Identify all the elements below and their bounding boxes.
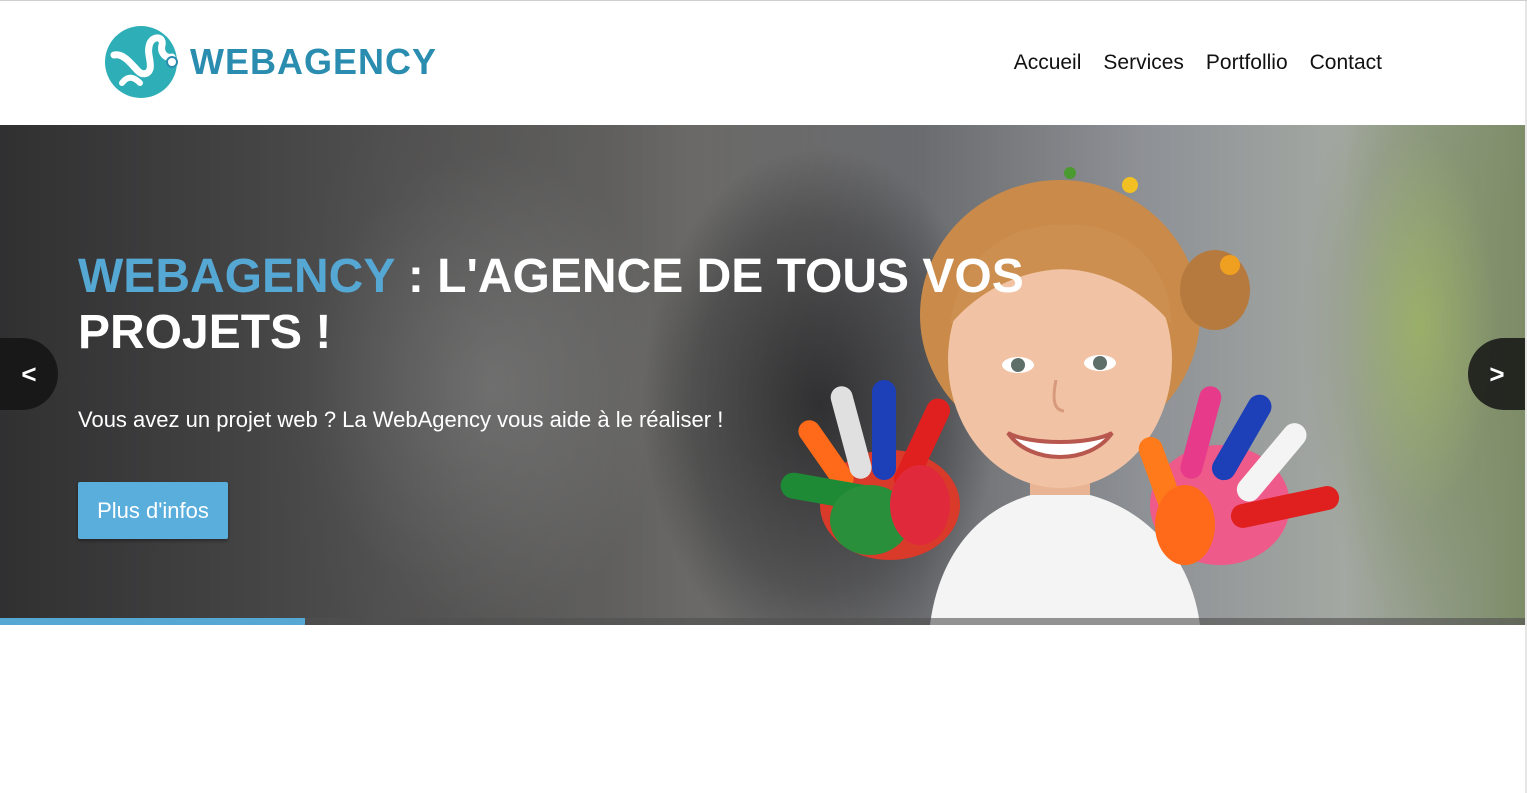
left-painted-hand: [780, 380, 960, 560]
hero-title: WEBAGENCY : L'AGENCE DE TOUS VOS PROJETS…: [78, 249, 1058, 361]
nav-item-portfolio[interactable]: Portfollio: [1206, 51, 1288, 75]
hero-slider: WEBAGENCY : L'AGENCE DE TOUS VOS PROJETS…: [0, 125, 1527, 625]
more-info-button[interactable]: Plus d'infos: [78, 482, 228, 539]
hero-title-brand: WEBAGENCY: [78, 250, 395, 303]
nav-item-services[interactable]: Services: [1103, 51, 1184, 75]
nav-item-accueil[interactable]: Accueil: [1014, 51, 1082, 75]
nav-item-contact[interactable]: Contact: [1310, 51, 1382, 75]
logo[interactable]: WEBAGENCY: [104, 25, 437, 99]
main-nav: Accueil Services Portfollio Contact: [1014, 51, 1382, 75]
hero-subtitle: Vous avez un projet web ? La WebAgency v…: [78, 407, 724, 432]
hero-image-girl-painted-hands: [780, 167, 1340, 625]
page: WEBAGENCY Accueil Services Portfollio Co…: [0, 0, 1527, 793]
logo-text: WEBAGENCY: [190, 41, 438, 82]
slider-progress-track: [0, 618, 1527, 625]
webagency-logo-icon: [105, 26, 178, 98]
site-header: WEBAGENCY Accueil Services Portfollio Co…: [0, 1, 1527, 125]
right-painted-hand: [1138, 386, 1340, 565]
slider-progress-fill: [0, 618, 306, 625]
